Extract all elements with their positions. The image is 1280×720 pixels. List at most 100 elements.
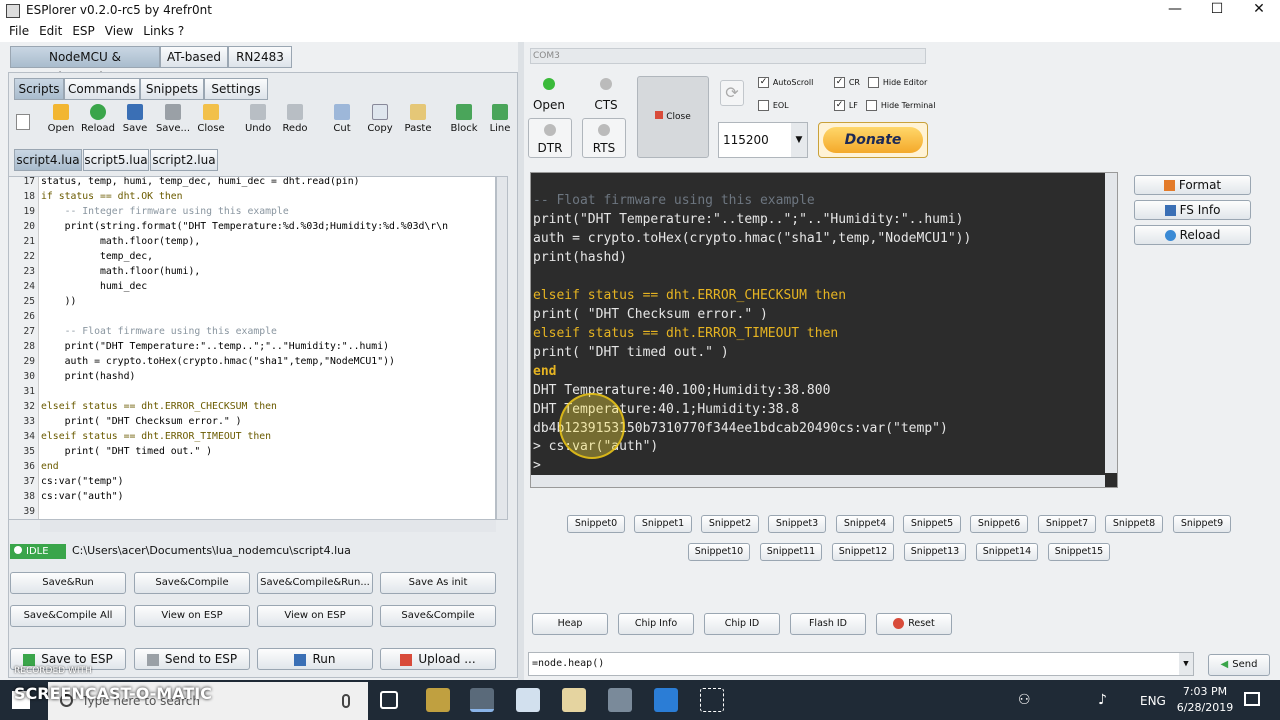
cr-checkbox[interactable]: ✓ CR	[834, 75, 860, 89]
menu-edit[interactable]: Edit	[34, 22, 67, 40]
file-tab-script2[interactable]: script2.lua	[150, 149, 218, 171]
command-input[interactable]: =node.heap() ▼	[528, 652, 1194, 676]
clock-time[interactable]: 7:03 PM	[1180, 685, 1230, 698]
close-file-button[interactable]: Close	[191, 104, 231, 134]
menu-view[interactable]: View	[100, 22, 138, 40]
save-compile-button[interactable]: Save&Compile	[134, 572, 250, 594]
save-compile-all-button[interactable]: Save&Compile All	[10, 605, 126, 627]
terminal-hscrollbar[interactable]	[531, 475, 1105, 487]
flash-id-button[interactable]: Flash ID	[790, 613, 866, 635]
app-icon-5[interactable]	[608, 688, 632, 712]
snippet-button[interactable]: Snippet6	[970, 515, 1028, 533]
tab-settings[interactable]: Settings	[204, 78, 268, 100]
snippet-button[interactable]: Snippet1	[634, 515, 692, 533]
snippet-button[interactable]: Snippet3	[768, 515, 826, 533]
view-on-esp-button[interactable]: View on ESP	[134, 605, 250, 627]
reset-button[interactable]: Reset	[876, 613, 952, 635]
save-as-init-button[interactable]: Save As init	[380, 572, 496, 594]
terminal-vscrollbar[interactable]	[1105, 173, 1117, 473]
tab-scripts[interactable]: Scripts	[14, 78, 64, 100]
run-button[interactable]: Run	[257, 648, 373, 670]
format-button[interactable]: Format	[1134, 175, 1251, 195]
hide-editor-checkbox[interactable]: Hide Editor	[868, 75, 927, 89]
snippet-button[interactable]: Snippet10	[688, 543, 750, 561]
send-button[interactable]: ◀ Send	[1208, 654, 1270, 676]
terminal-output[interactable]: -- Float firmware using this example pri…	[530, 172, 1118, 488]
menu-esp[interactable]: ESP	[67, 22, 99, 40]
chip-id-button[interactable]: Chip ID	[704, 613, 780, 635]
hide-terminal-checkbox[interactable]: Hide Terminal	[866, 98, 935, 112]
app-icon-4[interactable]	[562, 688, 586, 712]
snippet-button[interactable]: Snippet2	[701, 515, 759, 533]
lf-checkbox[interactable]: ✓ LF	[834, 98, 858, 112]
language-indicator[interactable]: ENG	[1140, 694, 1166, 708]
app-icon-6[interactable]	[654, 688, 678, 712]
refresh-ports-icon[interactable]: ⟳	[720, 80, 744, 106]
minimize-icon[interactable]: —	[1152, 0, 1198, 20]
save-compile-button-2[interactable]: Save&Compile	[380, 605, 496, 627]
reload-files-button[interactable]: Reload	[1134, 225, 1251, 245]
menu-links[interactable]: Links ?	[138, 22, 189, 40]
app-icon-1[interactable]	[426, 688, 450, 712]
editor-vscrollbar[interactable]	[496, 176, 508, 520]
baud-select[interactable]: 115200 ▼	[718, 122, 808, 158]
tab-commands[interactable]: Commands	[64, 78, 140, 100]
block-button[interactable]: Block	[444, 104, 484, 134]
reload-button[interactable]: Reload	[78, 104, 118, 134]
tab-snippets[interactable]: Snippets	[140, 78, 204, 100]
maximize-icon[interactable]: ☐	[1194, 0, 1240, 20]
chevron-down-icon[interactable]: ▼	[1179, 653, 1193, 675]
line-button[interactable]: Line	[482, 104, 518, 134]
tab-rn2483[interactable]: RN2483	[228, 46, 292, 68]
autoscroll-checkbox[interactable]: ✓ AutoScroll	[758, 75, 813, 89]
snippet-button[interactable]: Snippet9	[1173, 515, 1231, 533]
snippet-button[interactable]: Snippet7	[1038, 515, 1096, 533]
snippet-button[interactable]: Snippet5	[903, 515, 961, 533]
network-icon[interactable]: ⚇	[1018, 692, 1031, 708]
app-icon-3[interactable]	[516, 688, 540, 712]
copy-button[interactable]: Copy	[360, 104, 400, 134]
snippet-button[interactable]: Snippet8	[1105, 515, 1163, 533]
snippet-button[interactable]: Snippet14	[976, 543, 1038, 561]
upload-button[interactable]: Upload ...	[380, 648, 496, 670]
heap-button[interactable]: Heap	[532, 613, 608, 635]
snippet-button[interactable]: Snippet12	[832, 543, 894, 561]
snippet-button[interactable]: Snippet13	[904, 543, 966, 561]
eol-checkbox[interactable]: EOL	[758, 98, 789, 112]
close-window-icon[interactable]: ✕	[1236, 0, 1280, 20]
tab-at-based[interactable]: AT-based	[160, 46, 228, 68]
app-icon-7[interactable]	[700, 688, 724, 712]
snippet-button[interactable]: Snippet15	[1048, 543, 1110, 561]
task-view-icon[interactable]	[380, 691, 398, 709]
save-compile-run-button[interactable]: Save&Compile&Run...	[257, 572, 373, 594]
snippet-button[interactable]: Snippet4	[836, 515, 894, 533]
snippet-button[interactable]: Snippet0	[567, 515, 625, 533]
paste-button[interactable]: Paste	[398, 104, 438, 134]
notification-icon[interactable]	[1244, 692, 1260, 706]
chip-info-button[interactable]: Chip Info	[618, 613, 694, 635]
mic-icon[interactable]	[342, 694, 350, 708]
fs-info-button[interactable]: FS Info	[1134, 200, 1251, 220]
save-as-button[interactable]: Save...	[153, 104, 193, 134]
open-button-serial[interactable]: Open	[530, 74, 568, 114]
menu-file[interactable]: File	[4, 22, 34, 40]
port-select[interactable]: COM3	[530, 48, 926, 64]
undo-button[interactable]: Undo	[238, 104, 278, 134]
snippet-button[interactable]: Snippet11	[760, 543, 822, 561]
file-tab-script4[interactable]: script4.lua	[14, 149, 82, 171]
donate-button[interactable]: Donate	[818, 122, 928, 158]
app-icon-2[interactable]	[470, 688, 494, 712]
new-file-icon[interactable]	[16, 114, 30, 130]
rts-button[interactable]: RTS	[582, 118, 626, 158]
view-on-esp-button-2[interactable]: View on ESP	[257, 605, 373, 627]
save-run-button[interactable]: Save&Run	[10, 572, 126, 594]
tab-nodemcu[interactable]: NodeMCU & MicroPython	[10, 46, 160, 84]
save-button[interactable]: Save	[115, 104, 155, 134]
editor-hscrollbar[interactable]	[40, 520, 496, 532]
close-port-button[interactable]: Close	[637, 76, 709, 158]
dtr-button[interactable]: DTR	[528, 118, 572, 158]
cut-button[interactable]: Cut	[322, 104, 362, 134]
open-button[interactable]: Open	[41, 104, 81, 134]
volume-icon[interactable]: ♪	[1098, 692, 1107, 708]
clock-date[interactable]: 6/28/2019	[1174, 701, 1236, 714]
